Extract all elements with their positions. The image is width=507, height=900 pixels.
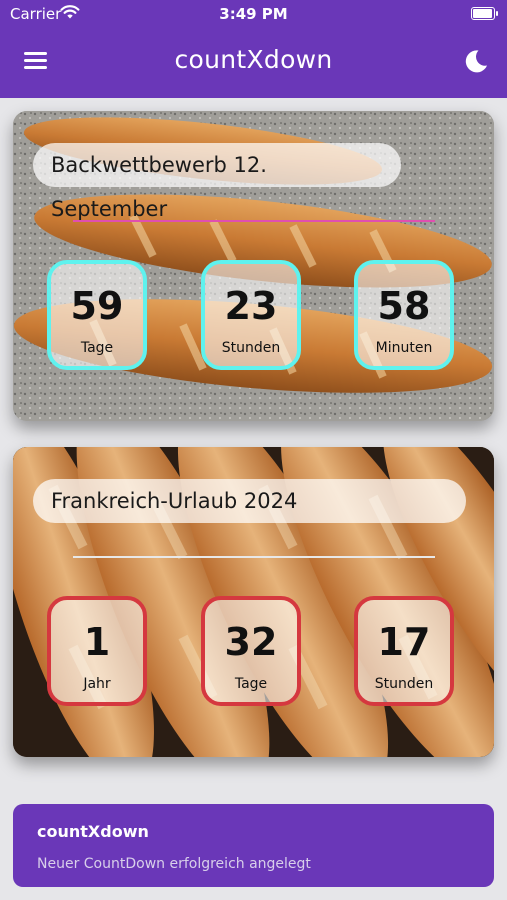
hours-tile: 17 Stunden	[354, 596, 454, 706]
battery-icon	[471, 7, 498, 20]
days-tile: 32 Tage	[201, 596, 301, 706]
days-value: 32	[224, 620, 278, 664]
divider-line	[73, 220, 435, 222]
toast-message: Neuer CountDown erfolgreich angelegt	[37, 856, 311, 872]
countdown-card[interactable]: Backwettbewerb 12. September 59 Tage 23 …	[13, 111, 494, 421]
days-tile: 59 Tage	[47, 260, 147, 370]
countdown-title: Backwettbewerb 12. September	[33, 143, 401, 221]
minutes-label: Minuten	[375, 340, 433, 356]
years-value: 1	[83, 620, 111, 664]
app-title: countXdown	[174, 45, 333, 74]
hours-label: Stunden	[221, 340, 281, 356]
days-value: 59	[70, 284, 124, 328]
moon-icon[interactable]	[463, 48, 489, 74]
hours-value: 23	[224, 284, 278, 328]
hours-value: 17	[377, 620, 431, 664]
hours-tile: 23 Stunden	[201, 260, 301, 370]
app-bar: Carrier 3:49 PM countXdown	[0, 0, 507, 98]
years-tile: 1 Jahr	[47, 596, 147, 706]
status-bar: Carrier 3:49 PM	[0, 0, 507, 30]
years-label: Jahr	[83, 676, 111, 692]
minutes-value: 58	[377, 284, 431, 328]
minutes-tile: 58 Minuten	[354, 260, 454, 370]
toast-notification[interactable]: countXdown Neuer CountDown erfolgreich a…	[13, 804, 494, 887]
days-label: Tage	[80, 340, 114, 356]
toast-title: countXdown	[37, 822, 149, 841]
countdown-title: Frankreich-Urlaub 2024	[33, 479, 466, 523]
countdown-card[interactable]: Frankreich-Urlaub 2024 1 Jahr 32 Tage 17…	[13, 447, 494, 757]
clock: 3:49 PM	[219, 5, 288, 23]
divider-line	[73, 556, 435, 558]
days-label: Tage	[234, 676, 268, 692]
hours-label: Stunden	[374, 676, 434, 692]
